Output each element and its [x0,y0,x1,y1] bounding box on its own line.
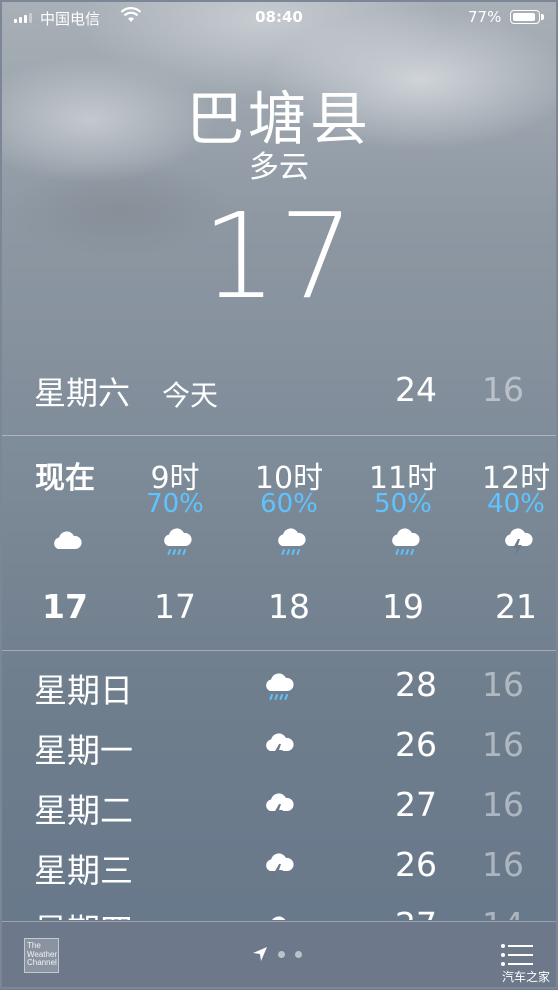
logo-text: Channel [27,958,57,967]
page-indicator[interactable] [252,946,302,962]
day-name: 星期一 [34,731,133,770]
watermark: 汽车之家 [501,970,550,984]
today-row: 星期六 今天 24 16 [0,362,558,422]
daily-row: 星期一 26 16 [0,718,558,778]
page-dot [295,950,302,958]
status-bar: 中国电信 08:40 77% [0,0,558,36]
day-name: 星期二 [34,791,133,830]
thunderstorm-icon [262,730,296,764]
thunderstorm-icon [262,790,296,824]
day-high: 26 [395,725,437,764]
daily-row: 星期二 27 16 [0,778,558,838]
today-high: 24 [395,370,437,409]
daily-forecast[interactable]: 星期日 28 16 星期一 26 16 星期二 27 16 星期三 26 16 星期四 27 14 [0,650,558,920]
current-temperature: 17 [201,187,357,325]
today-label: 今天 [162,379,219,412]
day-high: 26 [395,845,437,884]
day-low: 16 [482,845,524,884]
day-name: 星期四 [34,904,133,920]
day-low: 14 [482,905,524,920]
daily-row: 星期四 27 14 [0,898,558,920]
day-low: 16 [482,785,524,824]
weather-channel-logo[interactable]: The Weather Channel [24,938,59,973]
rain-icon [388,525,422,559]
location-arrow-icon [253,947,267,961]
day-low: 16 [482,665,524,704]
hour-temperature: 21 [495,587,537,626]
day-name: 星期三 [34,851,133,890]
cloud-icon [262,910,296,920]
battery-icon [510,10,544,24]
weather-condition: 多云 [249,150,309,185]
thunderstorm-icon [262,850,296,884]
precip-chance: 60% [260,489,318,519]
daily-row: 星期三 26 16 [0,838,558,898]
hour-temperature: 19 [382,587,424,626]
today-day: 星期六 [34,374,131,412]
today-low: 16 [482,370,524,409]
precip-chance: 40% [487,489,545,519]
bottom-bar: The Weather Channel [0,921,558,990]
page-dot [278,950,285,958]
list-icon[interactable] [500,942,534,968]
rain-icon [262,670,296,704]
battery-percent: 77% [468,8,502,26]
precip-chance: 50% [374,489,432,519]
hour-temperature: 18 [268,587,310,626]
rain-icon [160,525,194,559]
daily-row: 星期日 28 16 [0,658,558,718]
hourly-forecast[interactable]: 现在 17 9时 70% 17 10时 60% 18 11时 50% 19 12时 40% 21 [0,437,558,650]
cloud-icon [50,525,84,559]
day-high: 28 [395,665,437,704]
day-name: 星期日 [34,671,133,710]
hour-label: 现在 [35,461,95,496]
thunderstorm-icon [501,525,535,559]
day-high: 27 [395,785,437,824]
day-high: 27 [395,905,437,920]
divider [0,435,558,436]
day-low: 16 [482,725,524,764]
precip-chance: 70% [146,489,204,519]
rain-icon [274,525,308,559]
hour-temperature: 17 [154,587,196,626]
hour-temperature: 17 [42,587,88,626]
